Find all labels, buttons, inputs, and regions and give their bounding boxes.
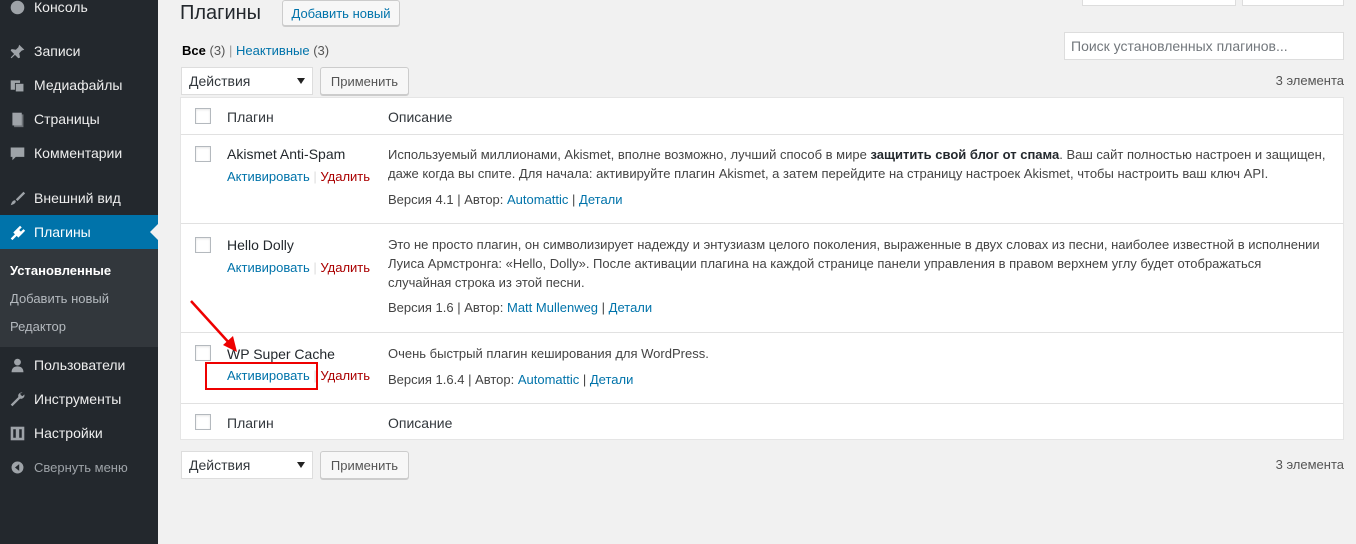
page-title: Плагины — [180, 2, 262, 24]
sidebar-item-label: Консоль — [34, 0, 88, 15]
bulk-actions-value: Действия — [189, 73, 251, 89]
table-row: Hello Dolly Активировать | Удалить Это н… — [181, 224, 1343, 333]
wrench-icon — [0, 391, 34, 408]
apply-button-bottom[interactable]: Применить — [320, 451, 409, 479]
admin-sidebar: Консоль Записи Медиафайлы Страницы Комме… — [0, 0, 158, 544]
chevron-down-icon — [297, 462, 305, 468]
comments-icon — [0, 145, 34, 162]
red-arrow-icon — [190, 300, 237, 352]
media-icon — [0, 77, 34, 94]
sidebar-item-pages[interactable]: Страницы — [0, 102, 158, 136]
sidebar-item-label: Инструменты — [34, 391, 122, 407]
bulk-actions-select-top[interactable]: Действия — [181, 67, 313, 95]
help-tab[interactable] — [1242, 0, 1344, 6]
details-link[interactable]: Детали — [609, 300, 653, 315]
filter-all-count: (3) — [209, 43, 226, 58]
plugin-name: Hello Dolly — [227, 237, 294, 253]
collapse-icon — [0, 459, 34, 476]
column-footer-description: Описание — [388, 415, 453, 431]
sidebar-item-media[interactable]: Медиафайлы — [0, 68, 158, 102]
pages-icon — [0, 111, 34, 128]
details-link[interactable]: Детали — [590, 372, 634, 387]
pin-icon — [0, 43, 34, 60]
table-footer-row: Плагин Описание — [181, 404, 1343, 440]
table-row: WP Super Cache Активировать | Удалить Оч… — [181, 333, 1343, 404]
sidebar-item-label: Плагины — [34, 224, 91, 240]
sidebar-item-label: Страницы — [34, 111, 100, 127]
sidebar-item-console[interactable]: Консоль — [0, 0, 158, 24]
activate-link[interactable]: Активировать — [227, 260, 310, 275]
highlight-box — [205, 362, 318, 390]
chevron-down-icon — [297, 78, 305, 84]
sidebar-item-label: Комментарии — [34, 145, 123, 161]
plugin-meta: Версия 1.6 | Автор: Matt Mullenweg | Дет… — [388, 300, 653, 315]
items-count-bottom: 3 элемента — [1275, 457, 1344, 472]
add-new-button[interactable]: Добавить новый — [282, 0, 400, 26]
row-checkbox[interactable] — [195, 146, 211, 162]
apply-button-top[interactable]: Применить — [320, 67, 409, 95]
plugin-meta: Версия 4.1 | Автор: Automattic | Детали — [388, 192, 623, 207]
column-header-description: Описание — [388, 109, 453, 125]
sidebar-item-label: Внешний вид — [34, 190, 121, 206]
collapse-menu-button[interactable]: Свернуть меню — [0, 450, 158, 484]
author-link[interactable]: Matt Mullenweg — [507, 300, 598, 315]
activate-link[interactable]: Активировать — [227, 169, 310, 184]
plugin-name: Akismet Anti-Spam — [227, 146, 346, 162]
filter-all[interactable]: Все — [182, 43, 206, 58]
brush-icon — [0, 190, 34, 207]
author-link[interactable]: Automattic — [518, 372, 579, 387]
delete-link[interactable]: Удалить — [320, 368, 370, 383]
plugin-search-input[interactable]: Поиск установленных плагинов... — [1064, 32, 1344, 60]
dashboard-icon — [0, 0, 34, 16]
sidebar-item-label: Записи — [34, 43, 81, 59]
sidebar-item-comments[interactable]: Комментарии — [0, 136, 158, 170]
bulk-actions-select-bottom[interactable]: Действия — [181, 451, 313, 479]
details-link[interactable]: Детали — [579, 192, 623, 207]
plugin-description: Это не просто плагин, он символизирует н… — [388, 237, 1320, 290]
plugin-description: Очень быстрый плагин кеширования для Wor… — [388, 346, 709, 361]
table-row: Akismet Anti-Spam Активировать | Удалить… — [181, 135, 1343, 224]
sidebar-item-label: Медиафайлы — [34, 77, 123, 93]
items-count-top: 3 элемента — [1275, 73, 1344, 88]
plugins-submenu: Установленные Добавить новый Редактор — [0, 249, 158, 347]
column-footer-plugin[interactable]: Плагин — [227, 415, 274, 431]
delete-link[interactable]: Удалить — [320, 260, 370, 275]
sidebar-item-plugins[interactable]: Плагины — [0, 215, 158, 249]
sidebar-item-users[interactable]: Пользователи — [0, 348, 158, 382]
filter-inactive-count: (3) — [313, 43, 330, 58]
column-header-plugin[interactable]: Плагин — [227, 109, 274, 125]
submenu-add-new[interactable]: Добавить новый — [10, 291, 109, 306]
author-link[interactable]: Automattic — [507, 192, 568, 207]
plugin-description: Используемый миллионами, Akismet, вполне… — [388, 147, 1326, 181]
sidebar-item-posts[interactable]: Записи — [0, 34, 158, 68]
sidebar-item-label: Настройки — [34, 425, 103, 441]
sidebar-item-tools[interactable]: Инструменты — [0, 382, 158, 416]
filter-separator: | — [229, 43, 233, 58]
plugin-meta: Версия 1.6.4 | Автор: Automattic | Детал… — [388, 372, 634, 387]
submenu-editor[interactable]: Редактор — [10, 319, 66, 334]
collapse-label: Свернуть меню — [34, 459, 128, 475]
plugin-icon — [0, 224, 34, 241]
screen-options-tab[interactable] — [1082, 0, 1236, 6]
select-all-checkbox-footer[interactable] — [195, 414, 211, 430]
filter-inactive[interactable]: Неактивные — [236, 43, 310, 58]
status-filters: Все (3) | Неактивные (3) — [182, 43, 329, 58]
delete-link[interactable]: Удалить — [320, 169, 370, 184]
sidebar-item-appearance[interactable]: Внешний вид — [0, 181, 158, 215]
sidebar-item-label: Пользователи — [34, 357, 126, 373]
settings-icon — [0, 425, 34, 442]
submenu-installed[interactable]: Установленные — [10, 263, 111, 278]
select-all-checkbox[interactable] — [195, 108, 211, 124]
bulk-actions-value: Действия — [189, 457, 251, 473]
row-checkbox[interactable] — [195, 237, 211, 253]
users-icon — [0, 357, 34, 374]
table-header-row: Плагин Описание — [181, 98, 1343, 135]
plugins-table: Плагин Описание Akismet Anti-Spam Активи… — [180, 97, 1344, 440]
sidebar-item-settings[interactable]: Настройки — [0, 416, 158, 450]
